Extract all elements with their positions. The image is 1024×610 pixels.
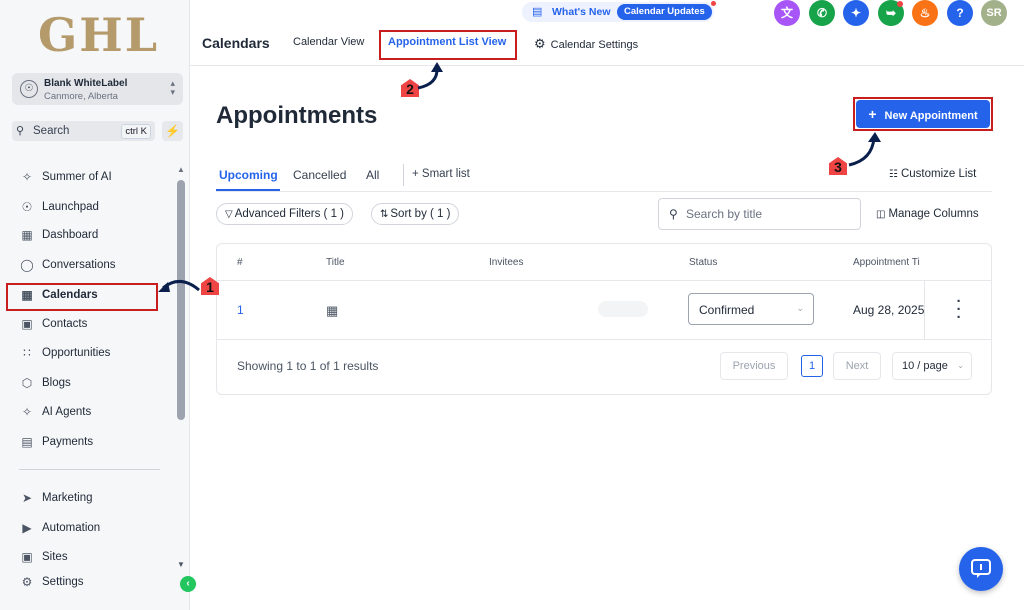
- arrow-3-head: [868, 132, 881, 142]
- arrow-2-head: [431, 62, 443, 72]
- chat-widget-button[interactable]: [959, 547, 1003, 591]
- arrow-1-head: [158, 282, 170, 292]
- chat-icon: [971, 559, 991, 578]
- arrow-3: [848, 137, 876, 167]
- tutorial-arrows: [158, 62, 881, 292]
